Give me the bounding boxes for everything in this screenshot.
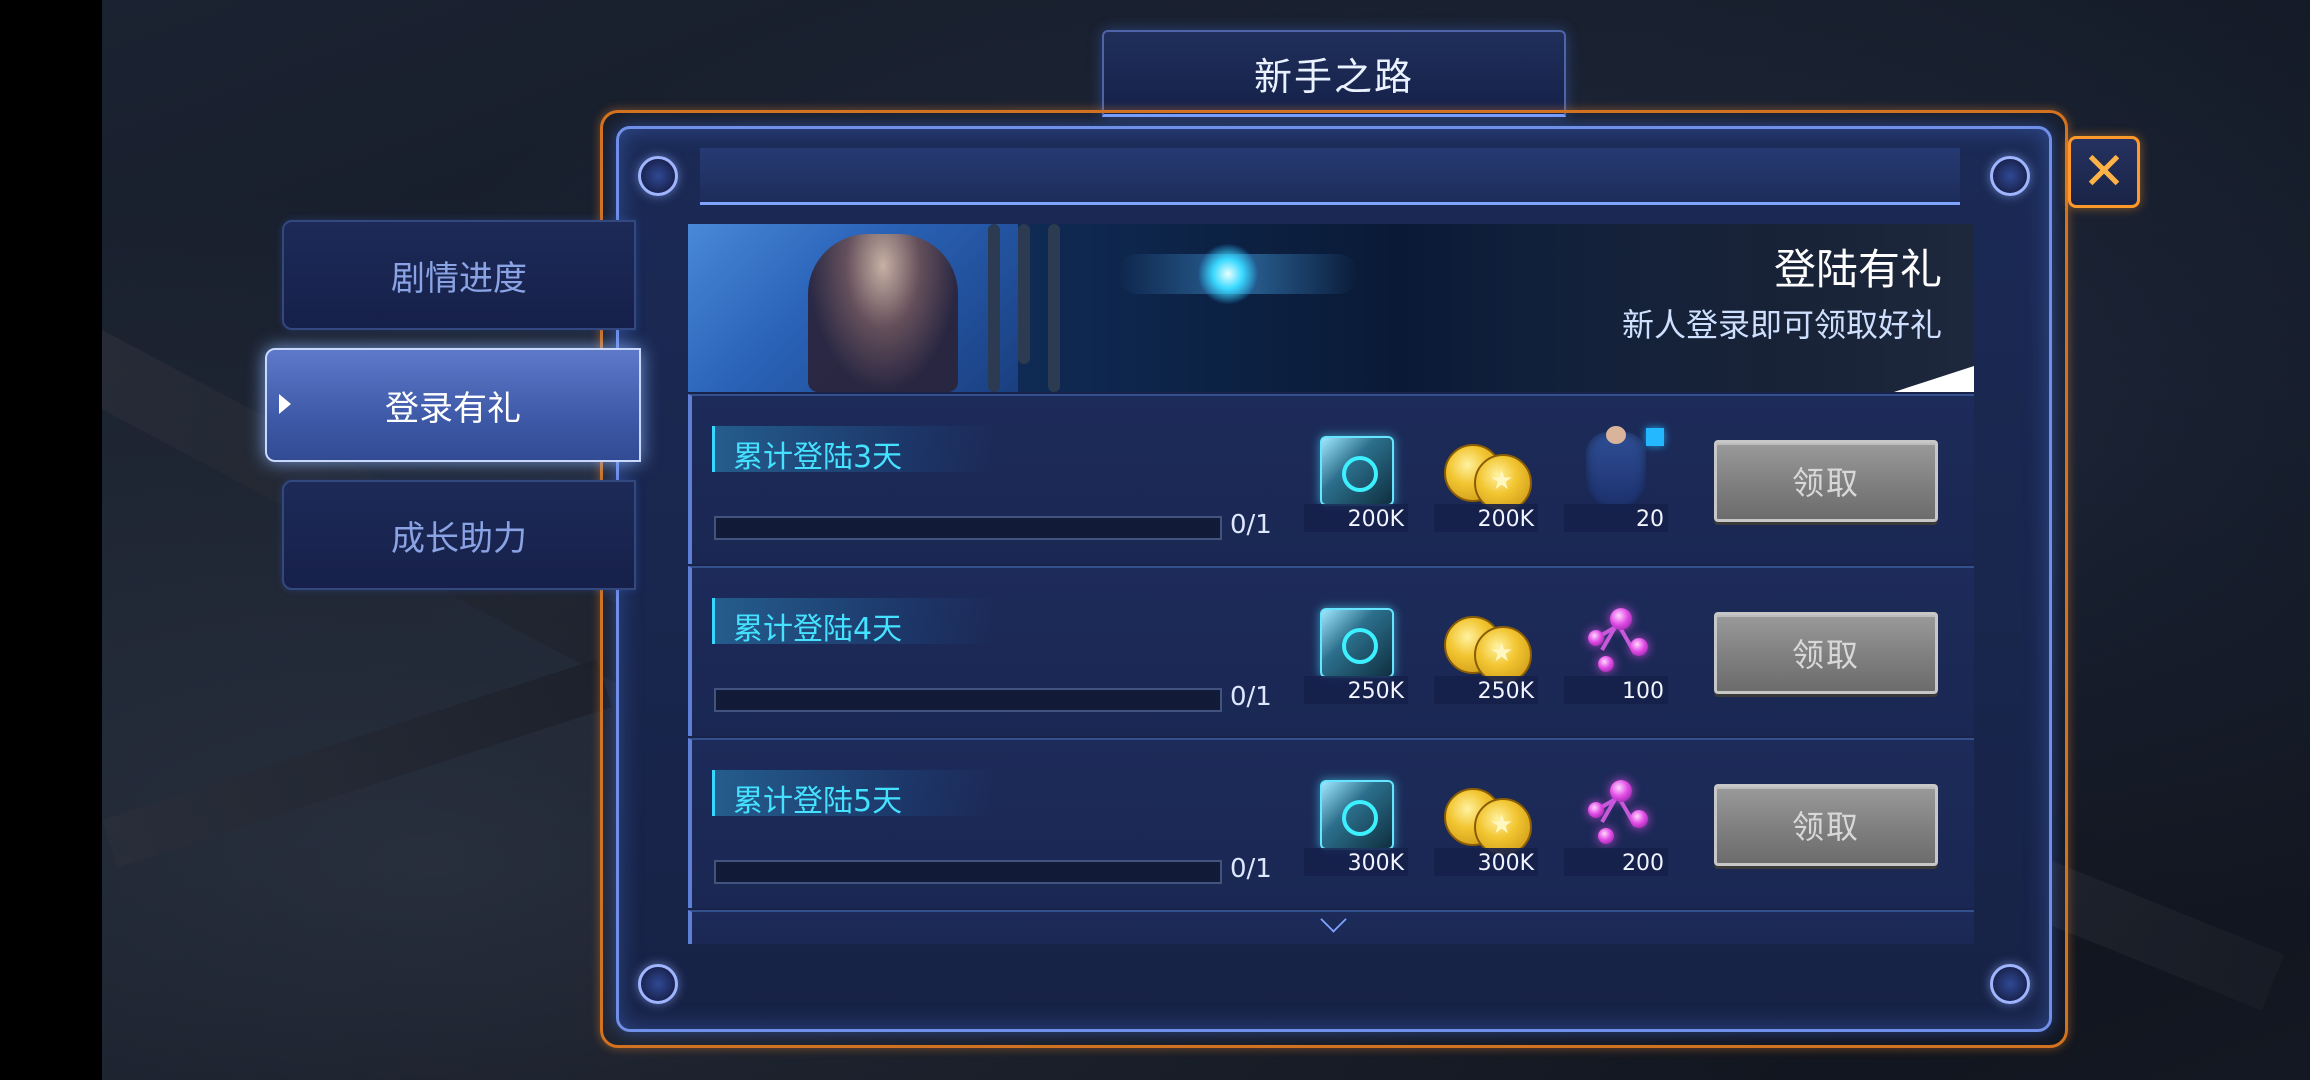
row-label: 累计登陆3天 [733,440,903,475]
swimsuit-icon [1586,426,1646,512]
item-qty: 200 [1622,851,1664,876]
frame-top-bar [700,148,1960,205]
window-title-tab: 新手之路 [1102,30,1566,117]
progress-bar [714,860,1222,884]
tab-label: 剧情进度 [391,258,527,299]
claim-label: 领取 [1791,636,1860,674]
reward-row-day5: 累计登陆5天 0/1 300K ★ 300K 200 领取 [688,738,1974,908]
reward-item[interactable]: 100 [1564,600,1668,704]
reward-item[interactable]: 200 [1564,772,1668,876]
corner-bolt-icon [1990,156,2030,196]
row-label: 累计登陆4天 [733,612,903,647]
molecule-atom [1610,780,1632,802]
molecule-atom [1588,630,1604,646]
background-beam [102,659,613,868]
crate-icon [1320,780,1394,850]
reward-row-day3: 累计登陆3天 0/1 200K ★ 200K 20 领取 [688,394,1974,564]
row-label-bg: 累计登陆3天 [712,426,995,475]
claim-button[interactable]: 领取 [1714,440,1938,522]
claim-button[interactable]: 领取 [1714,784,1938,866]
banner-pipe [1048,224,1060,392]
reward-row-day4: 累计登陆4天 0/1 250K ★ 250K 100 领取 [688,566,1974,736]
progress-text: 0/1 [1230,510,1272,540]
tab-story-progress[interactable]: 剧情进度 [282,220,636,330]
reward-item[interactable]: ★ 200K [1434,428,1538,532]
banner-corner [1894,366,1974,392]
progress-text: 0/1 [1230,682,1272,712]
claim-label: 领取 [1791,808,1860,846]
banner-pipe [988,224,1000,392]
corner-bolt-icon [638,156,678,196]
progress-bar [714,688,1222,712]
reward-content: 登陆有礼 新人登录即可领取好礼 累计登陆3天 0/1 200K ★ 200K 2… [688,224,1974,944]
crate-icon [1320,608,1394,678]
progress-text: 0/1 [1230,854,1272,884]
row-label: 累计登陆5天 [733,784,903,819]
rarity-badge-icon [1646,428,1664,446]
item-qty: 250K [1347,679,1404,704]
molecule-atom [1598,656,1614,672]
tab-label: 登录有礼 [385,388,521,429]
row-label-bg: 累计登陆4天 [712,598,995,647]
molecule-atom [1610,608,1632,630]
close-icon: ✕ [2082,142,2126,202]
claim-label: 领取 [1791,464,1860,502]
close-button[interactable]: ✕ [2068,136,2140,208]
tab-login-rewards[interactable]: 登录有礼 [265,348,641,462]
window-title: 新手之路 [1253,54,1414,99]
banner-character-image [808,234,958,392]
item-qty: 300K [1477,851,1534,876]
molecule-atom [1630,810,1648,828]
promo-banner: 登陆有礼 新人登录即可领取好礼 [688,224,1974,392]
corner-bolt-icon [1990,964,2030,1004]
item-qty: 200K [1347,507,1404,532]
item-qty: 20 [1636,507,1664,532]
molecule-atom [1598,828,1614,844]
reward-item[interactable]: 250K [1304,600,1408,704]
tab-growth-boost[interactable]: 成长助力 [282,480,636,590]
molecule-icon [1588,608,1648,674]
item-qty: 250K [1477,679,1534,704]
banner-orb [1198,244,1258,304]
molecule-atom [1630,638,1648,656]
row-label-bg: 累计登陆5天 [712,770,995,819]
reward-item[interactable]: 300K [1304,772,1408,876]
item-qty: 100 [1622,679,1664,704]
claim-button[interactable]: 领取 [1714,612,1938,694]
banner-title: 登陆有礼 [1773,245,1942,294]
reward-item[interactable]: 200K [1304,428,1408,532]
reward-item[interactable]: ★ 250K [1434,600,1538,704]
progress-bar [714,516,1222,540]
tab-label: 成长助力 [391,518,527,559]
item-qty: 300K [1347,851,1404,876]
active-arrow-icon [279,394,291,414]
molecule-icon [1588,780,1648,846]
corner-bolt-icon [638,964,678,1004]
reward-item[interactable]: ★ 300K [1434,772,1538,876]
banner-subtitle: 新人登录即可领取好礼 [1621,306,1942,344]
banner-pipe [1018,224,1030,364]
molecule-atom [1588,802,1604,818]
crate-icon [1320,436,1394,506]
reward-item[interactable]: 20 [1564,426,1668,532]
item-qty: 200K [1477,507,1534,532]
